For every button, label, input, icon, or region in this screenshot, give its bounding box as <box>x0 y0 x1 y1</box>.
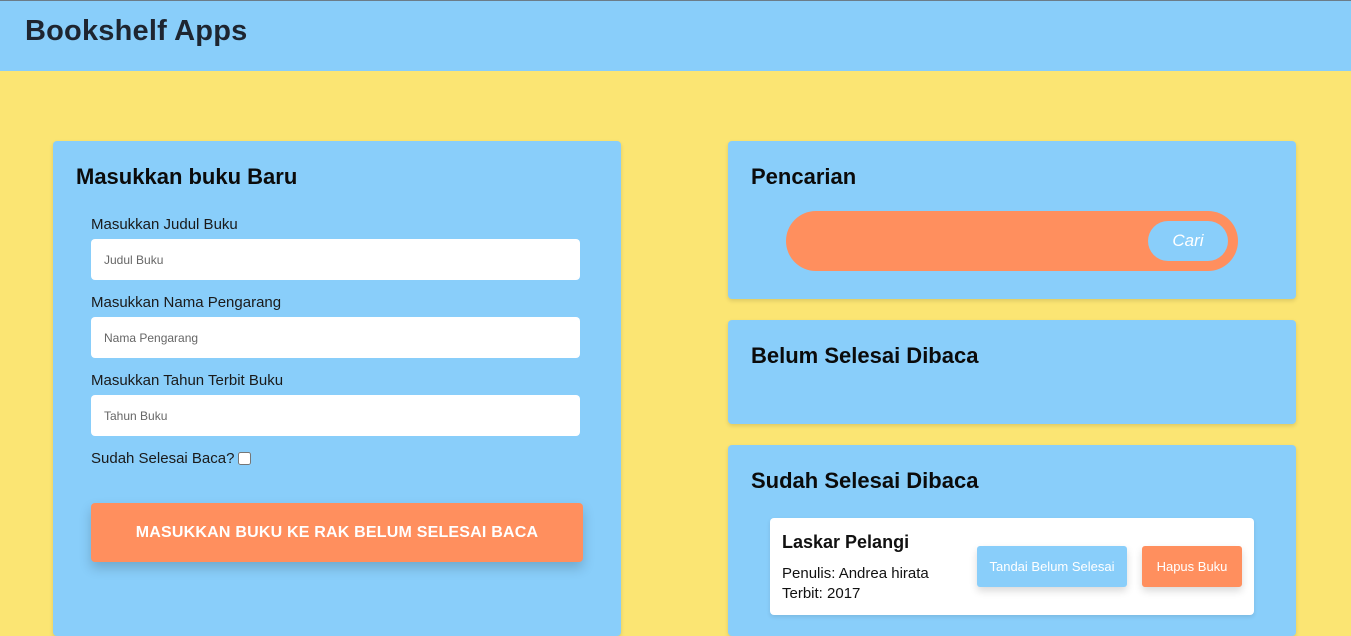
book-year-label: Masukkan Tahun Terbit Buku <box>91 372 284 389</box>
app-header: Bookshelf Apps <box>0 0 1351 71</box>
book-item: Laskar Pelangi Penulis: Andrea hirata Te… <box>770 518 1254 615</box>
search-bar: Cari <box>786 211 1238 271</box>
book-title-input[interactable] <box>91 239 580 280</box>
complete-row: Sudah Selesai Baca? <box>91 450 252 467</box>
unread-shelf-heading: Belum Selesai Dibaca <box>751 343 979 368</box>
complete-checkbox[interactable] <box>238 452 252 465</box>
complete-label: Sudah Selesai Baca? <box>91 450 235 467</box>
unread-shelf-card: Belum Selesai Dibaca <box>728 320 1296 424</box>
book-year-input[interactable] <box>91 395 580 436</box>
book-year: Terbit: 2017 <box>782 585 861 602</box>
delete-book-button[interactable]: Hapus Buku <box>1142 546 1242 587</box>
book-author-label: Masukkan Nama Pengarang <box>91 294 282 311</box>
app-title: Bookshelf Apps <box>25 15 248 47</box>
search-input[interactable] <box>808 221 1138 261</box>
book-title-label: Masukkan Judul Buku <box>91 216 238 233</box>
book-title: Laskar Pelangi <box>782 532 910 552</box>
search-card: Pencarian Cari <box>728 141 1296 299</box>
search-button[interactable]: Cari <box>1148 221 1228 261</box>
add-book-heading: Masukkan buku Baru <box>76 164 298 189</box>
mark-unfinished-button[interactable]: Tandai Belum Selesai <box>977 546 1127 587</box>
book-author-input[interactable] <box>91 317 580 358</box>
read-shelf-card: Sudah Selesai Dibaca Laskar Pelangi Penu… <box>728 445 1296 636</box>
submit-book-button[interactable]: MASUKKAN BUKU KE RAK BELUM SELESAI BACA <box>91 503 583 562</box>
read-shelf-heading: Sudah Selesai Dibaca <box>751 468 979 493</box>
add-book-card: Masukkan buku Baru Masukkan Judul Buku M… <box>53 141 621 636</box>
search-heading: Pencarian <box>751 164 857 189</box>
book-author: Penulis: Andrea hirata <box>782 565 929 582</box>
